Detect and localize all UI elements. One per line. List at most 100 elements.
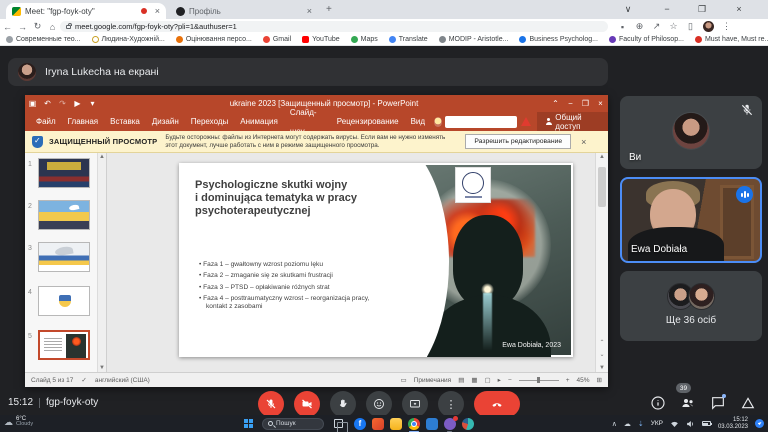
- zoom-out-button[interactable]: −: [508, 377, 512, 384]
- bookmark-item[interactable]: Оцінювання персо...: [176, 36, 252, 43]
- scrollbar-thumb[interactable]: [598, 167, 606, 207]
- slide-thumbnail-1[interactable]: [38, 158, 90, 188]
- bookmark-item[interactable]: YouTube: [302, 36, 340, 43]
- ribbon-search-input[interactable]: [445, 116, 517, 128]
- scroll-up-icon[interactable]: ▲: [98, 153, 106, 160]
- ribbon-tab-animations[interactable]: Анимация: [234, 112, 284, 131]
- qat-more-icon[interactable]: ▾: [85, 99, 100, 108]
- present-screen-button[interactable]: [402, 391, 428, 417]
- raise-hand-button[interactable]: [330, 391, 356, 417]
- bookmark-item[interactable]: Людина-Художній...: [92, 36, 165, 43]
- zoom-level[interactable]: 45%: [577, 377, 590, 384]
- slideshow-icon[interactable]: ▶: [70, 99, 85, 108]
- app-icon-viber[interactable]: [444, 418, 456, 430]
- browser-menu-icon[interactable]: ⋮: [718, 21, 735, 32]
- zoom-in-button[interactable]: +: [566, 377, 570, 384]
- tab-meet[interactable]: Meet: "fgp-foyk-oty" ×: [6, 3, 166, 19]
- mic-toggle-button[interactable]: [258, 391, 284, 417]
- zoom-slider-thumb[interactable]: [537, 377, 540, 383]
- app-icon-chrome-active[interactable]: [408, 418, 420, 430]
- battery-icon[interactable]: [702, 421, 711, 426]
- bookmark-star-icon[interactable]: ☆: [665, 21, 682, 32]
- address-bar[interactable]: meet.google.com/fgp-foyk-oty?pli=1&authu…: [60, 21, 608, 32]
- spellcheck-icon[interactable]: ✓: [81, 376, 86, 384]
- call-info-icon[interactable]: [650, 395, 666, 411]
- view-sorter-icon[interactable]: ▦: [471, 376, 477, 384]
- app-icon-blue-app[interactable]: [426, 418, 438, 430]
- more-options-button[interactable]: ⋮: [438, 391, 464, 417]
- bookmark-item[interactable]: Business Psycholog...: [519, 36, 597, 43]
- leave-call-button[interactable]: [474, 391, 520, 417]
- protected-bar-close-icon[interactable]: ×: [581, 137, 586, 147]
- app-icon-round-app[interactable]: [462, 418, 474, 430]
- ribbon-tab-home[interactable]: Главная: [62, 112, 104, 131]
- app-icon-mail[interactable]: [372, 418, 384, 430]
- tray-download-icon[interactable]: ⇣: [638, 420, 644, 428]
- window-restore-button[interactable]: ❐: [690, 4, 714, 15]
- bookmark-item[interactable]: Must have, Must re...: [695, 36, 768, 43]
- slide-thumbnail-5-selected[interactable]: [38, 330, 90, 360]
- view-reading-icon[interactable]: ▢: [485, 376, 491, 384]
- participant-tile-others[interactable]: Ще 36 осіб: [620, 271, 762, 341]
- enable-editing-button[interactable]: Разрешить редактирование: [465, 134, 571, 149]
- tab-close-icon[interactable]: ×: [155, 6, 160, 16]
- taskbar-search[interactable]: Пошук: [262, 418, 324, 430]
- reload-button[interactable]: ↻: [30, 21, 45, 32]
- activities-icon[interactable]: [740, 395, 756, 411]
- next-slide-icon[interactable]: ⌄: [596, 351, 608, 358]
- tray-hidden-icons-chevron[interactable]: ∧: [612, 420, 617, 428]
- scroll-down-icon[interactable]: ▼: [98, 365, 106, 371]
- side-panel-icon[interactable]: ▯: [682, 21, 699, 32]
- task-view-icon[interactable]: [334, 419, 343, 428]
- app-icon-facebook[interactable]: f: [354, 418, 366, 430]
- notes-toggle[interactable]: Примечания: [414, 377, 452, 384]
- ppt-close-button[interactable]: ×: [593, 99, 608, 108]
- language-status[interactable]: английский (США): [95, 377, 150, 384]
- zoom-icon[interactable]: ⊕: [631, 21, 648, 32]
- participant-tile-speaker[interactable]: Ewa Dobiała: [620, 177, 762, 263]
- undo-icon[interactable]: ↶: [40, 99, 55, 108]
- scroll-up-icon[interactable]: ▲: [596, 153, 608, 160]
- view-slideshow-icon[interactable]: ▸: [498, 376, 501, 384]
- slide-thumbnail-3[interactable]: [38, 242, 90, 272]
- back-button[interactable]: ←: [0, 22, 15, 32]
- scroll-down-icon[interactable]: ▼: [596, 365, 608, 371]
- ribbon-tab-transitions[interactable]: Переходы: [185, 112, 235, 131]
- bookmark-item[interactable]: Gmail: [263, 36, 291, 43]
- view-normal-icon[interactable]: ▤: [458, 376, 464, 384]
- ribbon-tab-file[interactable]: Файл: [30, 112, 62, 131]
- thumbnail-scrollbar[interactable]: ▲ ▼: [97, 153, 106, 372]
- browser-profile-avatar[interactable]: [703, 21, 714, 32]
- taskbar-weather-widget[interactable]: ☁ 6°C Cloudy: [4, 416, 33, 428]
- tab-profile[interactable]: Профіль ×: [170, 3, 318, 19]
- bookmark-item[interactable]: Translate: [389, 36, 428, 43]
- notes-icon[interactable]: ▭: [401, 376, 407, 384]
- share-button[interactable]: Общий доступ: [537, 112, 608, 131]
- fit-to-window-icon[interactable]: ⊞: [597, 376, 602, 384]
- ppt-minimize-button[interactable]: −: [563, 99, 578, 108]
- ribbon-tab-review[interactable]: Рецензирование: [331, 112, 405, 131]
- app-icon-file-explorer[interactable]: [390, 418, 402, 430]
- wifi-icon[interactable]: [670, 420, 679, 428]
- zoom-slider[interactable]: [519, 380, 559, 381]
- participant-tile-you[interactable]: Ви: [620, 96, 762, 169]
- save-icon[interactable]: ▣: [25, 99, 40, 108]
- ribbon-options-icon[interactable]: ⌃: [548, 99, 563, 108]
- new-tab-button[interactable]: +: [326, 4, 332, 15]
- ppt-restore-button[interactable]: ❐: [578, 99, 593, 108]
- share-icon[interactable]: ↗: [648, 21, 665, 32]
- reactions-button[interactable]: [366, 391, 392, 417]
- participants-icon[interactable]: [680, 395, 696, 411]
- tray-notification-icon[interactable]: [755, 419, 764, 428]
- slide-thumbnail-2[interactable]: [38, 200, 90, 230]
- main-scrollbar[interactable]: ▲ ⌃ ⌄ ▼: [595, 153, 608, 372]
- ribbon-tab-design[interactable]: Дизайн: [146, 112, 185, 131]
- extension-icon[interactable]: ▪: [614, 22, 631, 32]
- bookmark-item[interactable]: MODIP - Aristotle...: [439, 36, 509, 43]
- taskbar-clock[interactable]: 15:12 03.03.2023: [718, 417, 748, 430]
- forward-button[interactable]: →: [15, 22, 30, 32]
- redo-icon[interactable]: ↷: [55, 99, 70, 108]
- tab-search-icon[interactable]: ∨: [616, 4, 640, 15]
- slide-thumbnail-4[interactable]: [38, 286, 90, 316]
- ribbon-tab-view[interactable]: Вид: [405, 112, 431, 131]
